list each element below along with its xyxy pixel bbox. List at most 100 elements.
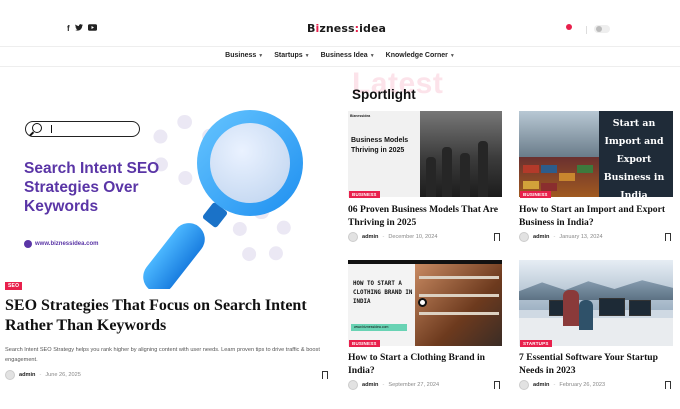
youtube-icon[interactable]: [87, 24, 97, 34]
magnifier-glass: [210, 123, 290, 203]
nav-item-startups[interactable]: Startups ▼: [274, 52, 309, 59]
avatar[interactable]: [519, 380, 529, 390]
card-image[interactable]: Start an Import and Export Business in I…: [519, 111, 673, 197]
bookmark-icon[interactable]: [665, 233, 671, 244]
card-meta: admin - February 26, 2023: [519, 380, 605, 390]
text-cursor: [51, 125, 52, 133]
shipping-container: [559, 173, 575, 181]
card-title[interactable]: 06 Proven Business Models That Are Thriv…: [348, 204, 504, 229]
nav-divider-line: [0, 66, 680, 67]
hero-headline[interactable]: SEO Strategies That Focus on Search Inte…: [5, 296, 325, 336]
category-badge[interactable]: BUSINESS: [349, 191, 380, 198]
card-meta: admin - September 27, 2024: [348, 380, 439, 390]
shipping-container: [523, 165, 539, 173]
avatar[interactable]: [519, 232, 529, 242]
author-name[interactable]: admin: [533, 382, 549, 388]
dark-mode-toggle[interactable]: [594, 25, 610, 33]
author-name[interactable]: admin: [362, 234, 378, 240]
avatar[interactable]: [348, 380, 358, 390]
clothing-rack: [419, 294, 499, 297]
social-links: f: [67, 24, 97, 34]
clothing-store-photo: [415, 264, 502, 346]
hero-image-site: www.biznessidea.com: [24, 240, 98, 248]
shipping-container: [541, 183, 557, 191]
bookmark-icon[interactable]: [322, 371, 328, 382]
post-date: February 26, 2023: [559, 382, 606, 388]
bookmark-icon[interactable]: [494, 233, 500, 244]
shipping-container: [577, 165, 593, 173]
category-badge[interactable]: SEO: [5, 282, 23, 290]
sky-background: [519, 111, 599, 157]
card-title[interactable]: How to Start an Import and Export Busine…: [519, 204, 677, 229]
magnifier-handle: [136, 216, 212, 289]
person: [579, 300, 593, 330]
category-badge[interactable]: BUSINESS: [520, 191, 551, 198]
image-title: Business Models Thriving in 2025: [351, 137, 409, 154]
person: [563, 290, 579, 326]
card-title[interactable]: How to Start a Clothing Brand in India?: [348, 352, 504, 377]
search-icon: [32, 123, 42, 133]
meta-separator: -: [382, 234, 385, 240]
chevron-down-icon: ▼: [258, 52, 264, 59]
nav-item-business[interactable]: Business ▼: [225, 52, 263, 59]
image-logo: Biznessidea: [350, 114, 371, 118]
monitor: [629, 300, 651, 316]
person-silhouette: [442, 147, 452, 197]
hero-excerpt: Search Intent SEO Strategy helps you ran…: [5, 347, 320, 363]
meta-separator: -: [39, 372, 42, 378]
chevron-down-icon: ▼: [304, 52, 310, 59]
globe-icon: [24, 240, 32, 248]
post-date: December 10, 2024: [388, 234, 438, 240]
meta-separator: -: [553, 234, 556, 240]
site-logo[interactable]: Bizness:idea: [307, 22, 386, 35]
category-badge[interactable]: BUSINESS: [349, 340, 380, 347]
image-logo-icon: [418, 298, 427, 307]
hero-image[interactable]: Search Intent SEO Strategies Over Keywor…: [0, 105, 338, 289]
avatar[interactable]: [348, 232, 358, 242]
meta-separator: -: [382, 382, 385, 388]
person-silhouette: [426, 157, 436, 197]
image-title: Start an Import and Export Business in I…: [603, 118, 665, 197]
clothing-rack: [419, 312, 499, 315]
author-name[interactable]: admin: [533, 234, 549, 240]
avatar[interactable]: [5, 370, 15, 380]
shipping-container: [541, 165, 557, 173]
post-date: January 13, 2024: [559, 234, 603, 240]
bookmark-icon[interactable]: [494, 381, 500, 392]
card-image[interactable]: [519, 260, 673, 346]
image-url: www.biznessidea.com: [351, 324, 407, 331]
card-meta: admin - January 13, 2024: [519, 232, 603, 242]
header-divider: [586, 26, 587, 34]
hero-meta: admin - June 26, 2025: [5, 370, 81, 380]
chevron-down-icon: ▼: [369, 52, 375, 59]
post-date: September 27, 2024: [388, 382, 440, 388]
card-meta: admin - December 10, 2024: [348, 232, 438, 242]
card-title[interactable]: 7 Essential Software Your Startup Needs …: [519, 352, 677, 377]
image-title: HOW TO START A CLOTHING BRAND IN INDIA: [353, 281, 413, 305]
card-image[interactable]: HOW TO START A CLOTHING BRAND IN INDIA w…: [348, 260, 502, 346]
card-image[interactable]: Biznessidea Business Models Thriving in …: [348, 111, 502, 197]
twitter-icon[interactable]: [74, 24, 83, 34]
hero-image-title: Search Intent SEO Strategies Over Keywor…: [24, 160, 160, 215]
main-nav: Business ▼ Startups ▼ Business Idea ▼ Knowl…: [0, 52, 680, 59]
nav-item-knowledge-corner[interactable]: Knowledge Corner ▼: [386, 52, 455, 59]
monitor: [599, 298, 625, 316]
section-title: Sportlight: [352, 87, 416, 102]
author-name[interactable]: admin: [362, 382, 378, 388]
notification-dot[interactable]: [566, 24, 572, 30]
author-name[interactable]: admin: [19, 372, 35, 378]
bookmark-icon[interactable]: [665, 381, 671, 392]
post-date: June 26, 2025: [45, 372, 81, 378]
clothing-rack: [419, 276, 499, 279]
person-silhouette: [478, 141, 488, 197]
category-badge[interactable]: STARTUPS: [520, 340, 552, 347]
meta-separator: -: [553, 382, 556, 388]
shipping-container: [523, 181, 539, 189]
chevron-down-icon: ▼: [449, 52, 455, 59]
person-silhouette: [460, 153, 470, 197]
crowd-photo: [420, 111, 502, 197]
header-divider-line: [0, 46, 680, 47]
search-bar-illustration: [25, 121, 140, 137]
facebook-icon[interactable]: f: [67, 24, 70, 34]
nav-item-business-idea[interactable]: Business Idea ▼: [321, 52, 375, 59]
